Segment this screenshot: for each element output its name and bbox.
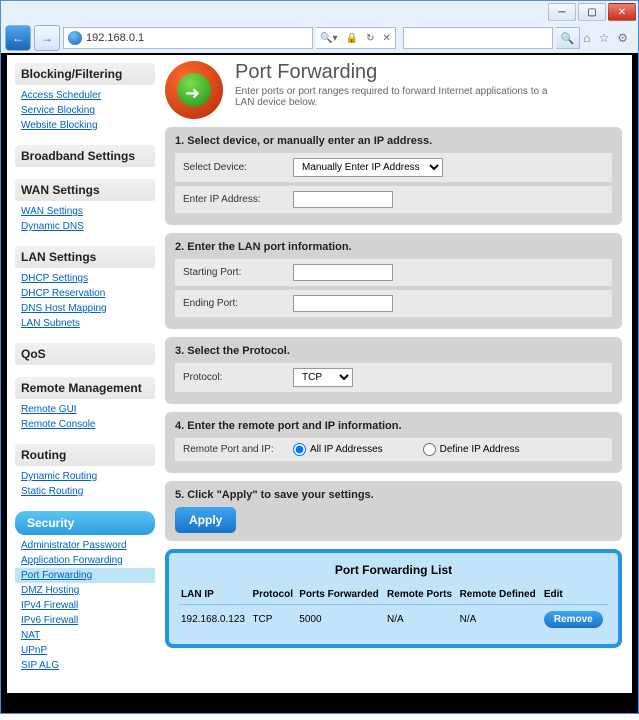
minimize-button[interactable]: ─ — [548, 3, 576, 21]
sidebar-link-remote-console[interactable]: Remote Console — [15, 417, 155, 432]
page-title: Port Forwarding — [235, 61, 555, 84]
favorites-icon[interactable]: ☆ — [598, 31, 609, 45]
url-text: 192.168.0.1 — [86, 32, 144, 44]
step1-panel: 1. Select device, or manually enter an I… — [165, 127, 622, 225]
step1-title: 1. Select device, or manually enter an I… — [175, 135, 612, 147]
back-button[interactable]: ← — [5, 25, 31, 51]
sidebar-link-access-scheduler[interactable]: Access Scheduler — [15, 88, 155, 103]
sidebar-link-nat[interactable]: NAT — [15, 628, 155, 643]
sidebar-link-dhcp-settings[interactable]: DHCP Settings — [15, 271, 155, 286]
sidebar-section-lan-settings[interactable]: LAN Settings — [15, 246, 155, 268]
page-header: ➜ Port Forwarding Enter ports or port ra… — [165, 61, 622, 119]
sidebar-link-dhcp-reservation[interactable]: DHCP Reservation — [15, 286, 155, 301]
sidebar-section-qos[interactable]: QoS — [15, 343, 155, 365]
define-ip-radio[interactable] — [423, 443, 436, 456]
col-remote-def: Remote Defined — [458, 585, 542, 605]
forwarding-list-panel: Port Forwarding List LAN IP Protocol Por… — [165, 549, 622, 648]
select-device-label: Select Device: — [183, 162, 293, 173]
step4-title: 4. Enter the remote port and IP informat… — [175, 420, 612, 432]
address-bar[interactable]: 192.168.0.1 — [63, 27, 313, 49]
toolbar-right: ⌂ ☆ ⚙ — [583, 31, 634, 45]
search-box[interactable] — [403, 27, 553, 49]
protocol-dropdown[interactable]: TCP — [293, 368, 353, 387]
remote-label: Remote Port and IP: — [183, 444, 293, 455]
apply-button[interactable]: Apply — [175, 507, 236, 533]
sidebar-link-administrator-password[interactable]: Administrator Password — [15, 538, 155, 553]
starting-port-input[interactable] — [293, 264, 393, 281]
sidebar-link-dmz-hosting[interactable]: DMZ Hosting — [15, 583, 155, 598]
select-device-dropdown[interactable]: Manually Enter IP Address — [293, 158, 443, 177]
col-protocol: Protocol — [250, 585, 297, 605]
sidebar-link-dns-host-mapping[interactable]: DNS Host Mapping — [15, 301, 155, 316]
step3-panel: 3. Select the Protocol. Protocol: TCP — [165, 337, 622, 404]
step5-title: 5. Click "Apply" to save your settings. — [175, 489, 612, 501]
close-button[interactable]: ✕ — [608, 3, 636, 21]
page-subtitle: Enter ports or port ranges required to f… — [235, 86, 555, 108]
lock-icon: 🔒 — [346, 33, 358, 44]
sidebar-link-service-blocking[interactable]: Service Blocking — [15, 103, 155, 118]
sidebar-section-remote-management[interactable]: Remote Management — [15, 377, 155, 399]
port-forwarding-icon: ➜ — [165, 61, 223, 119]
sidebar-link-wan-settings[interactable]: WAN Settings — [15, 204, 155, 219]
col-edit: Edit — [542, 585, 608, 605]
content: ➜ Port Forwarding Enter ports or port ra… — [155, 55, 632, 693]
sidebar-link-dynamic-dns[interactable]: Dynamic DNS — [15, 219, 155, 234]
all-ip-radio[interactable] — [293, 443, 306, 456]
define-ip-option[interactable]: Define IP Address — [423, 443, 520, 456]
browser-window: ─ ▢ ✕ ← → 192.168.0.1 🔍▾ 🔒 ↻ ✕ 🔍 ⌂ ☆ ⚙ B… — [0, 0, 639, 714]
col-ports: Ports Forwarded — [297, 585, 385, 605]
col-lanip: LAN IP — [179, 585, 250, 605]
protocol-label: Protocol: — [183, 372, 293, 383]
all-ip-option[interactable]: All IP Addresses — [293, 443, 383, 456]
sidebar-link-lan-subnets[interactable]: LAN Subnets — [15, 316, 155, 331]
sidebar-link-remote-gui[interactable]: Remote GUI — [15, 402, 155, 417]
maximize-button[interactable]: ▢ — [578, 3, 606, 21]
ie-icon — [68, 31, 82, 45]
sidebar-section-security[interactable]: Security — [15, 511, 155, 535]
forwarding-table: LAN IP Protocol Ports Forwarded Remote P… — [179, 585, 608, 634]
stop-icon[interactable]: ✕ — [383, 33, 391, 44]
sidebar-section-blocking-filtering[interactable]: Blocking/Filtering — [15, 63, 155, 85]
enter-ip-label: Enter IP Address: — [183, 194, 293, 205]
sidebar-link-website-blocking[interactable]: Website Blocking — [15, 118, 155, 133]
sidebar: Blocking/Filtering Access SchedulerServic… — [7, 55, 155, 693]
step5-panel: 5. Click "Apply" to save your settings. … — [165, 481, 622, 541]
sidebar-link-dynamic-routing[interactable]: Dynamic Routing — [15, 469, 155, 484]
ending-port-label: Ending Port: — [183, 298, 293, 309]
sidebar-link-application-forwarding[interactable]: Application Forwarding — [15, 553, 155, 568]
list-title: Port Forwarding List — [179, 563, 608, 577]
ending-port-input[interactable] — [293, 295, 393, 312]
sidebar-link-ipv-firewall[interactable]: IPv4 Firewall — [15, 598, 155, 613]
sidebar-link-ipv-firewall[interactable]: IPv6 Firewall — [15, 613, 155, 628]
starting-port-label: Starting Port: — [183, 267, 293, 278]
page-frame: Blocking/Filtering Access SchedulerServic… — [1, 53, 638, 713]
search-button[interactable]: 🔍 — [556, 27, 580, 49]
step3-title: 3. Select the Protocol. — [175, 345, 612, 357]
refresh-icon[interactable]: ↻ — [366, 33, 374, 44]
sidebar-link-upnp[interactable]: UPnP — [15, 643, 155, 658]
gear-icon[interactable]: ⚙ — [617, 31, 628, 45]
table-row: 192.168.0.123 TCP 5000 N/A N/A Remove — [179, 605, 608, 635]
browser-toolbar: ← → 192.168.0.1 🔍▾ 🔒 ↻ ✕ 🔍 ⌂ ☆ ⚙ — [1, 23, 638, 53]
sidebar-link-port-forwarding[interactable]: Port Forwarding — [15, 568, 155, 583]
remove-button[interactable]: Remove — [544, 611, 603, 628]
step2-panel: 2. Enter the LAN port information. Start… — [165, 233, 622, 329]
window-titlebar: ─ ▢ ✕ — [1, 1, 638, 23]
home-icon[interactable]: ⌂ — [583, 31, 590, 45]
url-controls: 🔍▾ 🔒 ↻ ✕ — [316, 27, 396, 49]
step2-title: 2. Enter the LAN port information. — [175, 241, 612, 253]
forward-button[interactable]: → — [34, 25, 60, 51]
sidebar-link-static-routing[interactable]: Static Routing — [15, 484, 155, 499]
step4-panel: 4. Enter the remote port and IP informat… — [165, 412, 622, 473]
sidebar-link-sip-alg[interactable]: SIP ALG — [15, 658, 155, 673]
sidebar-section-broadband-settings[interactable]: Broadband Settings — [15, 145, 155, 167]
sidebar-section-routing[interactable]: Routing — [15, 444, 155, 466]
page: Blocking/Filtering Access SchedulerServic… — [7, 55, 632, 693]
search-dropdown-icon[interactable]: 🔍▾ — [320, 33, 337, 44]
enter-ip-input[interactable] — [293, 191, 393, 208]
col-remote-ports: Remote Ports — [385, 585, 458, 605]
sidebar-section-wan-settings[interactable]: WAN Settings — [15, 179, 155, 201]
